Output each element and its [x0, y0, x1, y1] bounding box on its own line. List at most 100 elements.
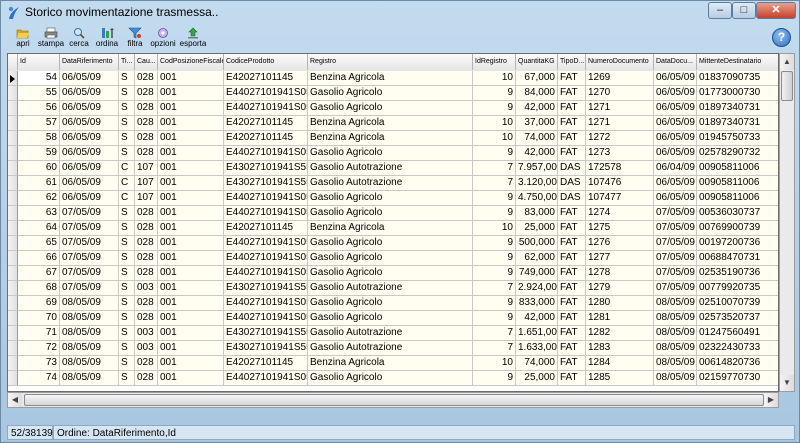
cell-codice-prodotto[interactable]: E42027101145: [224, 116, 308, 131]
cell-registro[interactable]: Gasolio Agricolo: [308, 146, 473, 161]
cell-mittente-destinatario[interactable]: 00905811006: [697, 176, 778, 191]
cell-causale[interactable]: 028: [135, 296, 158, 311]
cell-cod-posizione-fiscale[interactable]: 001: [158, 296, 224, 311]
filter-button[interactable]: filtra: [121, 26, 149, 52]
table-row[interactable]: 66 07/05/09 S 028 001 E44027101941S05 Gasolio …: [8, 251, 778, 266]
cell-causale[interactable]: 028: [135, 251, 158, 266]
cell-registro[interactable]: Gasolio Autotrazione: [308, 281, 473, 296]
cell-numero-documento[interactable]: 1270: [586, 86, 654, 101]
cell-tipo[interactable]: S: [119, 206, 135, 221]
row-selector[interactable]: [8, 266, 18, 281]
cell-id-registro[interactable]: 9: [473, 311, 516, 326]
cell-codice-prodotto[interactable]: E44027101941S05: [224, 266, 308, 281]
cell-tipo[interactable]: S: [119, 296, 135, 311]
cell-tipo[interactable]: S: [119, 311, 135, 326]
cell-tipo-documento[interactable]: FAT: [558, 326, 586, 341]
table-row[interactable]: 74 08/05/09 S 028 001 E44027101941S05 Gasolio …: [8, 371, 778, 386]
cell-causale[interactable]: 028: [135, 71, 158, 86]
cell-cod-posizione-fiscale[interactable]: 001: [158, 86, 224, 101]
cell-id-registro[interactable]: 9: [473, 101, 516, 116]
cell-data-riferimento[interactable]: 07/05/09: [60, 281, 119, 296]
cell-tipo[interactable]: S: [119, 221, 135, 236]
cell-cod-posizione-fiscale[interactable]: 001: [158, 221, 224, 236]
cell-numero-documento[interactable]: 172578: [586, 161, 654, 176]
cell-codice-prodotto[interactable]: E44027101941S05: [224, 251, 308, 266]
cell-mittente-destinatario[interactable]: 02159770730: [697, 371, 778, 386]
row-selector[interactable]: [8, 281, 18, 296]
row-selector[interactable]: [8, 176, 18, 191]
cell-codice-prodotto[interactable]: E44027101941S05: [224, 191, 308, 206]
cell-numero-documento[interactable]: 1284: [586, 356, 654, 371]
cell-codice-prodotto[interactable]: E43027101941S55: [224, 281, 308, 296]
table-row[interactable]: 73 08/05/09 S 028 001 E42027101145 Benzina Agr…: [8, 356, 778, 371]
row-selector[interactable]: [8, 131, 18, 146]
cell-data-riferimento[interactable]: 07/05/09: [60, 251, 119, 266]
cell-codice-prodotto[interactable]: E43027101941S55: [224, 341, 308, 356]
cell-numero-documento[interactable]: 1269: [586, 71, 654, 86]
table-row[interactable]: 63 07/05/09 S 028 001 E44027101941S05 Gasolio …: [8, 206, 778, 221]
cell-quantita-kg[interactable]: 500,000: [516, 236, 558, 251]
cell-mittente-destinatario[interactable]: 00769900739: [697, 221, 778, 236]
cell-causale[interactable]: 107: [135, 191, 158, 206]
horizontal-scroll-thumb[interactable]: [24, 394, 764, 406]
column-header-registro[interactable]: Registro: [308, 54, 473, 70]
row-selector[interactable]: [8, 191, 18, 206]
cell-quantita-kg[interactable]: 83,000: [516, 206, 558, 221]
cell-tipo-documento[interactable]: FAT: [558, 116, 586, 131]
cell-data-documento[interactable]: 06/05/09: [654, 101, 697, 116]
cell-mittente-destinatario[interactable]: 01945750733: [697, 131, 778, 146]
cell-causale[interactable]: 028: [135, 206, 158, 221]
row-selector[interactable]: [8, 101, 18, 116]
cell-codice-prodotto[interactable]: E42027101145: [224, 71, 308, 86]
cell-codice-prodotto[interactable]: E44027101941S05: [224, 206, 308, 221]
cell-id[interactable]: 66: [18, 251, 60, 266]
cell-id-registro[interactable]: 7: [473, 281, 516, 296]
cell-id-registro[interactable]: 9: [473, 296, 516, 311]
row-selector[interactable]: [8, 86, 18, 101]
sort-button[interactable]: ordina: [93, 26, 121, 52]
cell-mittente-destinatario[interactable]: 00197200736: [697, 236, 778, 251]
cell-quantita-kg[interactable]: 833,000: [516, 296, 558, 311]
table-row[interactable]: 62 06/05/09 C 107 001 E44027101941S05 Gasolio …: [8, 191, 778, 206]
cell-tipo-documento[interactable]: FAT: [558, 221, 586, 236]
cell-tipo-documento[interactable]: FAT: [558, 251, 586, 266]
cell-id-registro[interactable]: 7: [473, 176, 516, 191]
cell-codice-prodotto[interactable]: E44027101941S05: [224, 311, 308, 326]
cell-tipo[interactable]: S: [119, 266, 135, 281]
cell-codice-prodotto[interactable]: E44027101941S05: [224, 236, 308, 251]
cell-quantita-kg[interactable]: 1.651,000: [516, 326, 558, 341]
cell-data-riferimento[interactable]: 06/05/09: [60, 176, 119, 191]
cell-numero-documento[interactable]: 1278: [586, 266, 654, 281]
cell-registro[interactable]: Gasolio Autotrazione: [308, 326, 473, 341]
column-header-data-riferimento[interactable]: DataRiferimento: [60, 54, 119, 70]
cell-id-registro[interactable]: 9: [473, 146, 516, 161]
cell-id[interactable]: 59: [18, 146, 60, 161]
row-selector[interactable]: [8, 326, 18, 341]
row-selector[interactable]: [8, 251, 18, 266]
cell-numero-documento[interactable]: 1271: [586, 101, 654, 116]
cell-tipo[interactable]: S: [119, 86, 135, 101]
scroll-up-icon[interactable]: ▲: [780, 54, 794, 70]
cell-registro[interactable]: Gasolio Agricolo: [308, 371, 473, 386]
title-bar[interactable]: Storico movimentazione trasmessa.. – □ ✕: [1, 1, 799, 25]
cell-id-registro[interactable]: 9: [473, 371, 516, 386]
cell-registro[interactable]: Gasolio Agricolo: [308, 311, 473, 326]
column-header-id[interactable]: Id: [18, 54, 60, 70]
cell-id-registro[interactable]: 9: [473, 266, 516, 281]
cell-codice-prodotto[interactable]: E43027101941S55: [224, 176, 308, 191]
print-button[interactable]: stampa: [37, 26, 65, 52]
cell-cod-posizione-fiscale[interactable]: 001: [158, 356, 224, 371]
cell-id[interactable]: 68: [18, 281, 60, 296]
cell-numero-documento[interactable]: 1271: [586, 116, 654, 131]
cell-tipo-documento[interactable]: FAT: [558, 341, 586, 356]
data-grid[interactable]: Id DataRiferimento Ti... Cau... CodPosizione…: [7, 53, 779, 392]
cell-quantita-kg[interactable]: 42,000: [516, 101, 558, 116]
cell-data-riferimento[interactable]: 07/05/09: [60, 206, 119, 221]
table-row[interactable]: 60 06/05/09 C 107 001 E43027101941S55 Gasolio …: [8, 161, 778, 176]
cell-codice-prodotto[interactable]: E44027101941S05: [224, 86, 308, 101]
cell-data-documento[interactable]: 06/04/09: [654, 161, 697, 176]
cell-id-registro[interactable]: 9: [473, 86, 516, 101]
cell-quantita-kg[interactable]: 2.924,000: [516, 281, 558, 296]
cell-tipo[interactable]: S: [119, 146, 135, 161]
column-header-data-documento[interactable]: DataDocu...: [654, 54, 697, 70]
